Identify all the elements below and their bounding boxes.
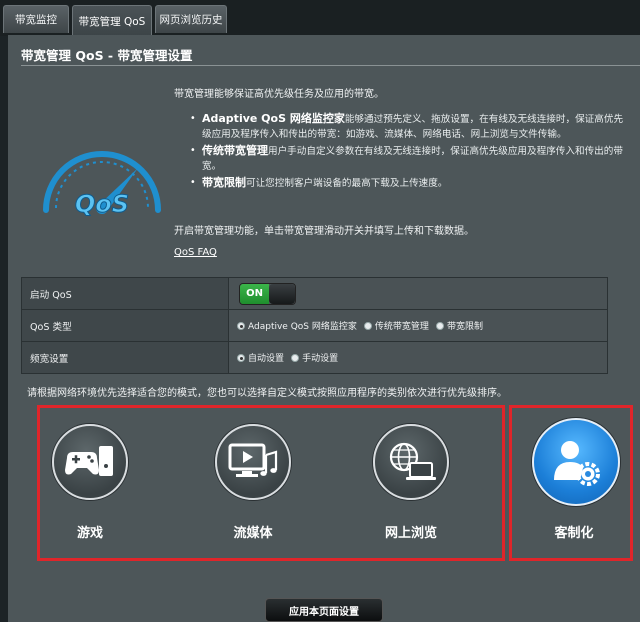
tab-bandwidth-monitor[interactable]: 带宽监控 — [3, 5, 69, 33]
user-gear-icon — [554, 441, 600, 486]
mode-streaming-button[interactable] — [215, 424, 291, 500]
feature-bandwidth-limit: 带宽限制可让您控制客户端设备的最高下载及上传速度。 — [188, 175, 628, 191]
toggle-on-label: ON — [240, 283, 269, 304]
enable-qos-cell: ON — [228, 277, 608, 310]
enable-instructions: 开启带宽管理功能，单击带宽管理滑动开关并填写上传和下载数据。 — [174, 226, 474, 237]
page-title: 带宽管理 QoS - 带宽管理设置 — [21, 48, 193, 63]
qos-panel: 带宽管理 QoS - 带宽管理设置 QoS 带宽管理能够保证高优先级任务及应用的… — [8, 35, 640, 622]
title-divider — [21, 65, 640, 66]
feature-list: Adaptive QoS 网络监控家能够通过预先定义、拖放设置，在有线及无线连接… — [188, 111, 628, 192]
setting-row-qos-type: QoS 类型 Adaptive QoS 网络监控家 传统带宽管理 带宽限制 — [21, 309, 608, 342]
mode-streaming-label: 流媒体 — [233, 526, 273, 541]
option-manual-setting: 手动设置 — [302, 354, 339, 364]
option-adaptive-qos: Adaptive QoS 网络监控家 — [248, 322, 357, 332]
intro-text: 带宽管理能够保证高优先级任务及应用的带宽。 — [174, 89, 384, 100]
radio-traditional-qos[interactable] — [363, 322, 372, 330]
apply-settings-button[interactable]: 应用本页面设置 — [265, 598, 383, 622]
mode-game-label: 游戏 — [76, 526, 103, 541]
feature-adaptive-qos: Adaptive QoS 网络监控家能够通过预先定义、拖放设置，在有线及无线连接… — [188, 111, 628, 142]
qos-settings-table: 启动 QoS ON QoS 类型 Adaptive QoS 网络监控家 传统带宽… — [21, 277, 608, 374]
tab-bar: 带宽监控 带宽管理 QoS 网页浏览历史 — [0, 0, 640, 36]
radio-bandwidth-limit[interactable] — [436, 322, 444, 330]
tab-qos[interactable]: 带宽管理 QoS — [72, 5, 152, 36]
option-bandwidth-limit: 带宽限制 — [447, 322, 484, 332]
qos-type-options: Adaptive QoS 网络监控家 传统带宽管理 带宽限制 — [228, 309, 608, 342]
setting-row-bandwidth: 频宽设置 自动设置 手动设置 — [21, 341, 608, 374]
setting-row-enable: 启动 QoS ON — [21, 277, 608, 310]
qos-gauge-logo: QoS — [43, 151, 161, 218]
enable-qos-label: 启动 QoS — [21, 277, 229, 310]
mode-hint-text: 请根据网络环境优先选择适合您的模式，您也可以选择自定义模式按照应用程序的类别依次… — [27, 388, 507, 399]
preset-modes-group: 游戏 流媒体 网上浏览 — [37, 405, 505, 561]
feature-traditional-qos: 传统带宽管理用户手动自定义参数在有线及无线连接时，保证高优先级应用及程序传入和传… — [188, 143, 628, 174]
tab-web-history[interactable]: 网页浏览历史 — [155, 5, 227, 33]
radio-auto-setting[interactable] — [237, 354, 245, 362]
bandwidth-setting-label: 频宽设置 — [21, 341, 229, 374]
qos-faq-link[interactable]: QoS FAQ — [174, 247, 217, 258]
media-streaming-icon — [228, 443, 278, 477]
mode-browsing-label: 网上浏览 — [384, 526, 437, 541]
qos-toggle-switch[interactable]: ON — [239, 282, 296, 305]
option-traditional-qos: 传统带宽管理 — [374, 322, 429, 332]
option-auto-setting: 自动设置 — [248, 354, 285, 364]
radio-adaptive-qos[interactable] — [237, 322, 245, 330]
bandwidth-options: 自动设置 手动设置 — [228, 341, 608, 374]
custom-mode-group: 客制化 — [509, 405, 633, 561]
mode-game-button[interactable] — [52, 424, 128, 500]
mode-browsing-button[interactable] — [373, 424, 449, 500]
gamepad-icon — [65, 446, 113, 476]
qos-logo-text: QoS — [75, 190, 129, 218]
qos-type-label: QoS 类型 — [21, 309, 229, 342]
radio-manual-setting[interactable] — [291, 354, 300, 362]
toggle-knob — [269, 283, 295, 304]
mode-custom-label: 客制化 — [554, 526, 594, 541]
web-browsing-icon — [389, 442, 436, 480]
mode-custom-button[interactable] — [532, 418, 620, 506]
